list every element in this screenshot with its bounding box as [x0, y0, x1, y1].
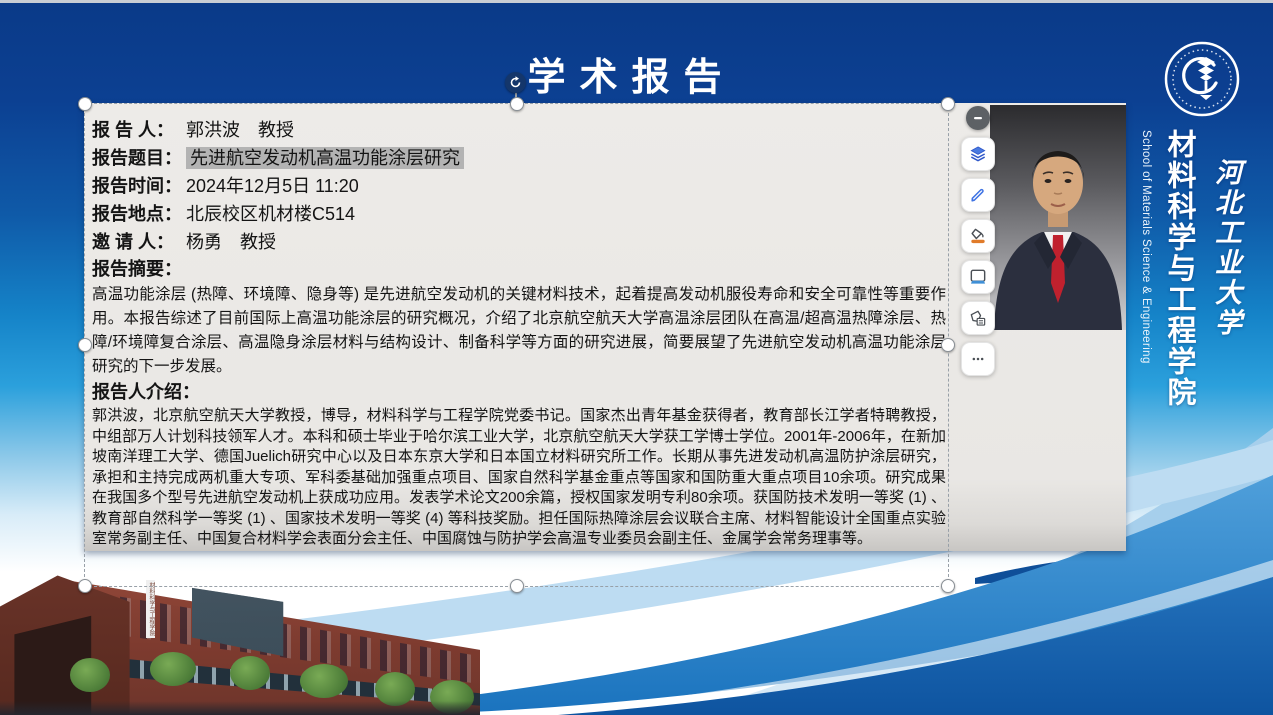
field-label: 报告时间： — [92, 172, 182, 200]
layers-button[interactable] — [961, 137, 995, 171]
tree — [300, 664, 348, 698]
field-label: 报告题目： — [92, 144, 182, 172]
school-name-chinese: 材料科学与工程学院 — [1158, 129, 1200, 415]
field-value-highlighted: 先进航空发动机高温功能涂层研究 — [186, 147, 464, 169]
more-options-button[interactable] — [961, 342, 995, 376]
resize-handle-top-right[interactable] — [941, 97, 955, 111]
field-value: 杨勇 教授 — [186, 232, 276, 252]
tree — [70, 658, 110, 692]
tree — [150, 652, 196, 686]
field-inviter: 邀 请 人：杨勇 教授 — [92, 228, 946, 256]
resize-handle-mid-right[interactable] — [941, 338, 955, 352]
university-name-calligraphy: 河北工业大学 — [1206, 158, 1245, 364]
frame-icon — [968, 267, 988, 287]
shape-text-button[interactable] — [961, 301, 995, 335]
field-value: 郭洪波 教授 — [186, 120, 294, 140]
ground-shadow — [0, 701, 480, 715]
bio-heading: 报告人介绍： — [92, 379, 946, 406]
field-label: 报 告 人： — [92, 116, 182, 144]
rotate-handle[interactable] — [505, 72, 526, 93]
fill-color-button[interactable] — [961, 219, 995, 253]
abstract-heading: 报告摘要： — [92, 256, 946, 283]
field-topic: 报告题目：先进航空发动机高温功能涂层研究 — [92, 144, 946, 172]
brush-style-button[interactable] — [961, 178, 995, 212]
minus-icon — [972, 112, 984, 124]
tree — [230, 656, 270, 690]
field-speaker: 报 告 人：郭洪波 教授 — [92, 116, 946, 144]
resize-handle-mid-left[interactable] — [78, 338, 92, 352]
field-label: 报告地点： — [92, 200, 182, 228]
abstract-text: 高温功能涂层 (热障、环境障、隐身等) 是先进航空发动机的关键材料技术，起着提高… — [92, 283, 946, 379]
brush-icon — [968, 185, 988, 205]
field-label: 邀 请 人： — [92, 228, 182, 256]
presentation-slide: 材料科学与工程学院 学术报告 School of Materials Scien… — [0, 0, 1273, 715]
bio-text: 郭洪波，北京航空航天大学教授，博导，材料科学与工程学院党委书记。国家杰出青年基金… — [92, 406, 946, 550]
resize-handle-top-left[interactable] — [78, 97, 92, 111]
report-textbox[interactable]: 报 告 人：郭洪波 教授 报告题目：先进航空发动机高温功能涂层研究 报告时间：2… — [92, 116, 946, 550]
collapse-toolbar-button[interactable] — [966, 106, 990, 130]
speaker-portrait[interactable] — [990, 105, 1126, 330]
field-value: 2024年12月5日 11:20 — [186, 176, 359, 196]
field-location: 报告地点：北辰校区机材楼C514 — [92, 200, 946, 228]
shape-note-icon — [968, 308, 988, 328]
resize-handle-bottom-center[interactable] — [510, 579, 524, 593]
campus-building-photo: 材料科学与工程学院 — [0, 560, 480, 715]
field-time: 报告时间：2024年12月5日 11:20 — [92, 172, 946, 200]
layers-icon — [968, 144, 988, 164]
field-value: 北辰校区机材楼C514 — [186, 204, 355, 224]
window-top-edge — [0, 0, 1273, 3]
school-name-english: School of Materials Science & Engineerin… — [1140, 130, 1152, 426]
building-sign: 材料科学与工程学院 — [146, 580, 155, 638]
resize-handle-bottom-left[interactable] — [78, 579, 92, 593]
resize-handle-bottom-right[interactable] — [941, 579, 955, 593]
floating-toolbar — [961, 106, 995, 376]
ellipsis-icon — [968, 349, 988, 369]
resize-handle-top-center[interactable] — [510, 97, 524, 111]
page-title[interactable]: 学术报告 — [0, 46, 1263, 101]
school-emblem-icon — [1162, 39, 1242, 119]
paint-bucket-icon — [968, 226, 988, 246]
outline-frame-button[interactable] — [961, 260, 995, 294]
